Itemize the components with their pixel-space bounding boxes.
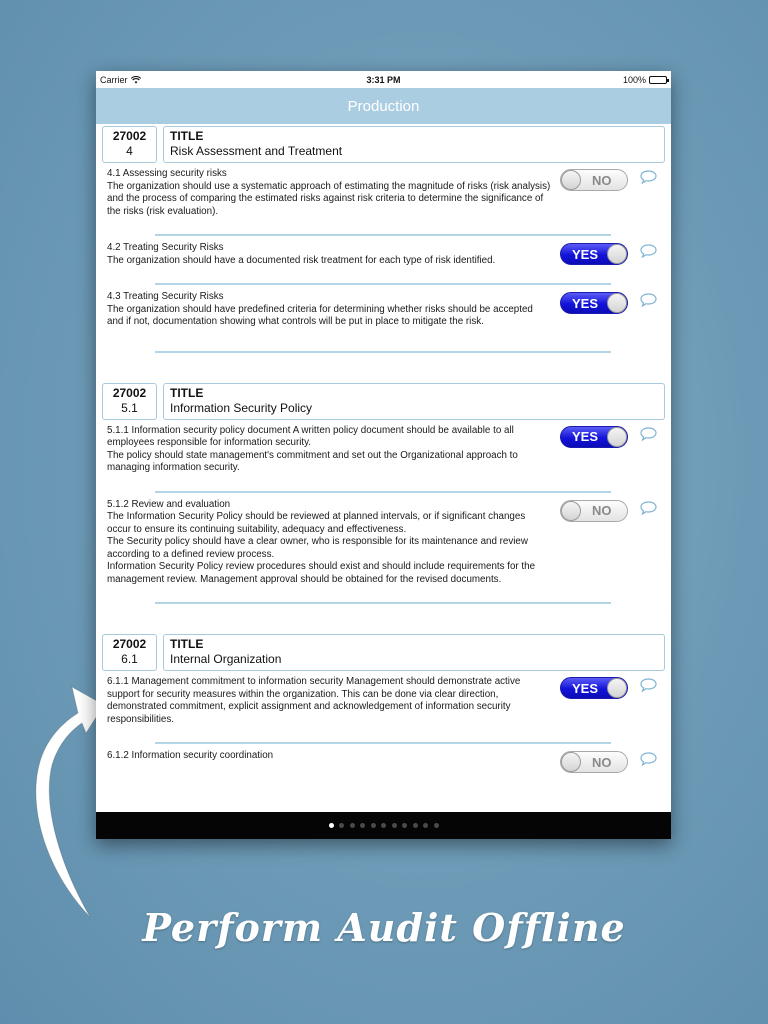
toggle-label: NO [592, 754, 612, 770]
toggle-knob [561, 752, 581, 772]
section-title-box: TITLE Information Security Policy [163, 382, 665, 420]
toggle-knob [607, 678, 627, 698]
item-divider [155, 350, 611, 353]
audit-item-text: 5.1.1 Information security policy docume… [107, 424, 518, 474]
status-bar: Carrier 3:31 PM 100% [96, 71, 671, 88]
answer-toggle[interactable]: NO [560, 169, 628, 191]
page-dot[interactable] [339, 823, 344, 828]
section-header: 27002 5.1 TITLE Information Security Pol… [96, 381, 671, 420]
page-dot[interactable] [412, 823, 418, 828]
audit-item-text: 4.1 Assessing security risks The organiz… [107, 168, 551, 217]
comment-bubble-icon[interactable] [640, 244, 657, 258]
section-title: Information Security Policy [170, 400, 313, 415]
comment-bubble-icon[interactable] [640, 170, 657, 184]
audit-item-text: 6.1.1 Management commitment to informati… [107, 676, 521, 725]
comment-bubble-icon[interactable] [640, 678, 657, 692]
audit-item: 4.2 Treating Security Risks The organiza… [96, 236, 671, 285]
audit-section: 27002 5.1 TITLE Information Security Pol… [96, 381, 671, 633]
section-title-box: TITLE Internal Organization [163, 634, 665, 671]
section-title-label: TITLE [170, 385, 204, 400]
answer-toggle[interactable]: YES [560, 425, 628, 448]
audit-item: 5.1.2 Review and evaluation The Informat… [96, 493, 671, 604]
wifi-icon [130, 75, 141, 83]
toggle-label: YES [572, 246, 599, 262]
answer-toggle[interactable]: YES [560, 292, 628, 314]
toggle-label: YES [572, 680, 599, 696]
nav-title: Production [347, 97, 420, 115]
section-header: 27002 4 TITLE Risk Assessment and Treatm… [96, 124, 671, 163]
section-code-box: 27002 6.1 [102, 634, 157, 671]
item-divider [155, 602, 611, 604]
audit-list[interactable]: 27002 4 TITLE Risk Assessment and Treatm… [96, 124, 671, 812]
toggle-label: YES [572, 429, 599, 444]
page-control[interactable] [96, 812, 671, 839]
toggle-knob [561, 170, 581, 190]
page-dot[interactable] [433, 823, 439, 828]
page-dot[interactable] [370, 823, 376, 828]
section-header: 27002 6.1 TITLE Internal Organization [96, 632, 671, 671]
toggle-label: YES [572, 295, 599, 311]
status-time: 3:31 PM [366, 74, 401, 85]
carrier-label: Carrier [100, 74, 128, 85]
page-dot[interactable] [360, 823, 365, 828]
section-number: 5.1 [121, 400, 138, 415]
section-standard: 27002 [112, 129, 147, 143]
comment-bubble-icon[interactable] [640, 752, 657, 766]
section-title: Internal Organization [170, 652, 282, 666]
toggle-label: NO [592, 503, 612, 518]
section-title-label: TITLE [170, 637, 204, 651]
answer-toggle[interactable]: NO [560, 751, 628, 773]
toggle-knob [607, 293, 627, 313]
comment-bubble-icon[interactable] [640, 500, 657, 515]
section-standard: 27002 [112, 637, 147, 651]
comment-bubble-icon[interactable] [640, 293, 657, 307]
section-number: 4 [126, 144, 133, 158]
page-dot[interactable] [328, 823, 334, 828]
audit-item: 4.3 Treating Security Risks The organiza… [96, 285, 671, 353]
page-dot[interactable] [391, 823, 397, 828]
ipad-screen: Carrier 3:31 PM 100% Production 27002 4 … [96, 71, 671, 839]
audit-item: 6.1.2 Information security coordination … [96, 744, 671, 773]
page-dot[interactable] [423, 823, 428, 828]
page-dot[interactable] [381, 823, 386, 828]
section-number: 6.1 [121, 652, 138, 666]
audit-item-text: 4.2 Treating Security Risks The organiza… [107, 242, 496, 266]
toggle-label: NO [592, 172, 612, 188]
battery-icon [649, 75, 669, 84]
page-dot[interactable] [349, 823, 355, 828]
section-title-box: TITLE Risk Assessment and Treatment [163, 126, 665, 163]
audit-item: 6.1.1 Management commitment to informati… [96, 670, 671, 744]
answer-toggle[interactable]: YES [560, 243, 628, 265]
audit-item-text: 4.3 Treating Security Risks The organiza… [107, 291, 533, 327]
promo-caption: Perform Audit Offline [142, 905, 626, 950]
battery-percent: 100% [622, 74, 646, 85]
toggle-knob [607, 244, 627, 264]
answer-toggle[interactable]: NO [560, 499, 628, 522]
section-title-label: TITLE [170, 129, 204, 143]
comment-bubble-icon[interactable] [640, 426, 657, 441]
page-dot[interactable] [402, 823, 407, 828]
answer-toggle[interactable]: YES [560, 677, 628, 699]
audit-section: 27002 4 TITLE Risk Assessment and Treatm… [96, 124, 671, 381]
audit-item: 4.1 Assessing security risks The organiz… [96, 162, 671, 236]
navigation-bar: Production [96, 88, 671, 124]
audit-item-text: 5.1.2 Review and evaluation The Informat… [107, 498, 536, 585]
section-code-box: 27002 5.1 [102, 382, 157, 420]
toggle-knob [561, 500, 581, 521]
section-standard: 27002 [112, 385, 147, 400]
section-code-box: 27002 4 [102, 126, 157, 163]
audit-section: 27002 6.1 TITLE Internal Organization 6.… [96, 632, 671, 773]
toggle-knob [607, 426, 627, 447]
audit-item-text: 6.1.2 Information security coordination [107, 750, 274, 761]
audit-item: 5.1.1 Information security policy docume… [96, 419, 671, 493]
section-title: Risk Assessment and Treatment [170, 144, 343, 158]
